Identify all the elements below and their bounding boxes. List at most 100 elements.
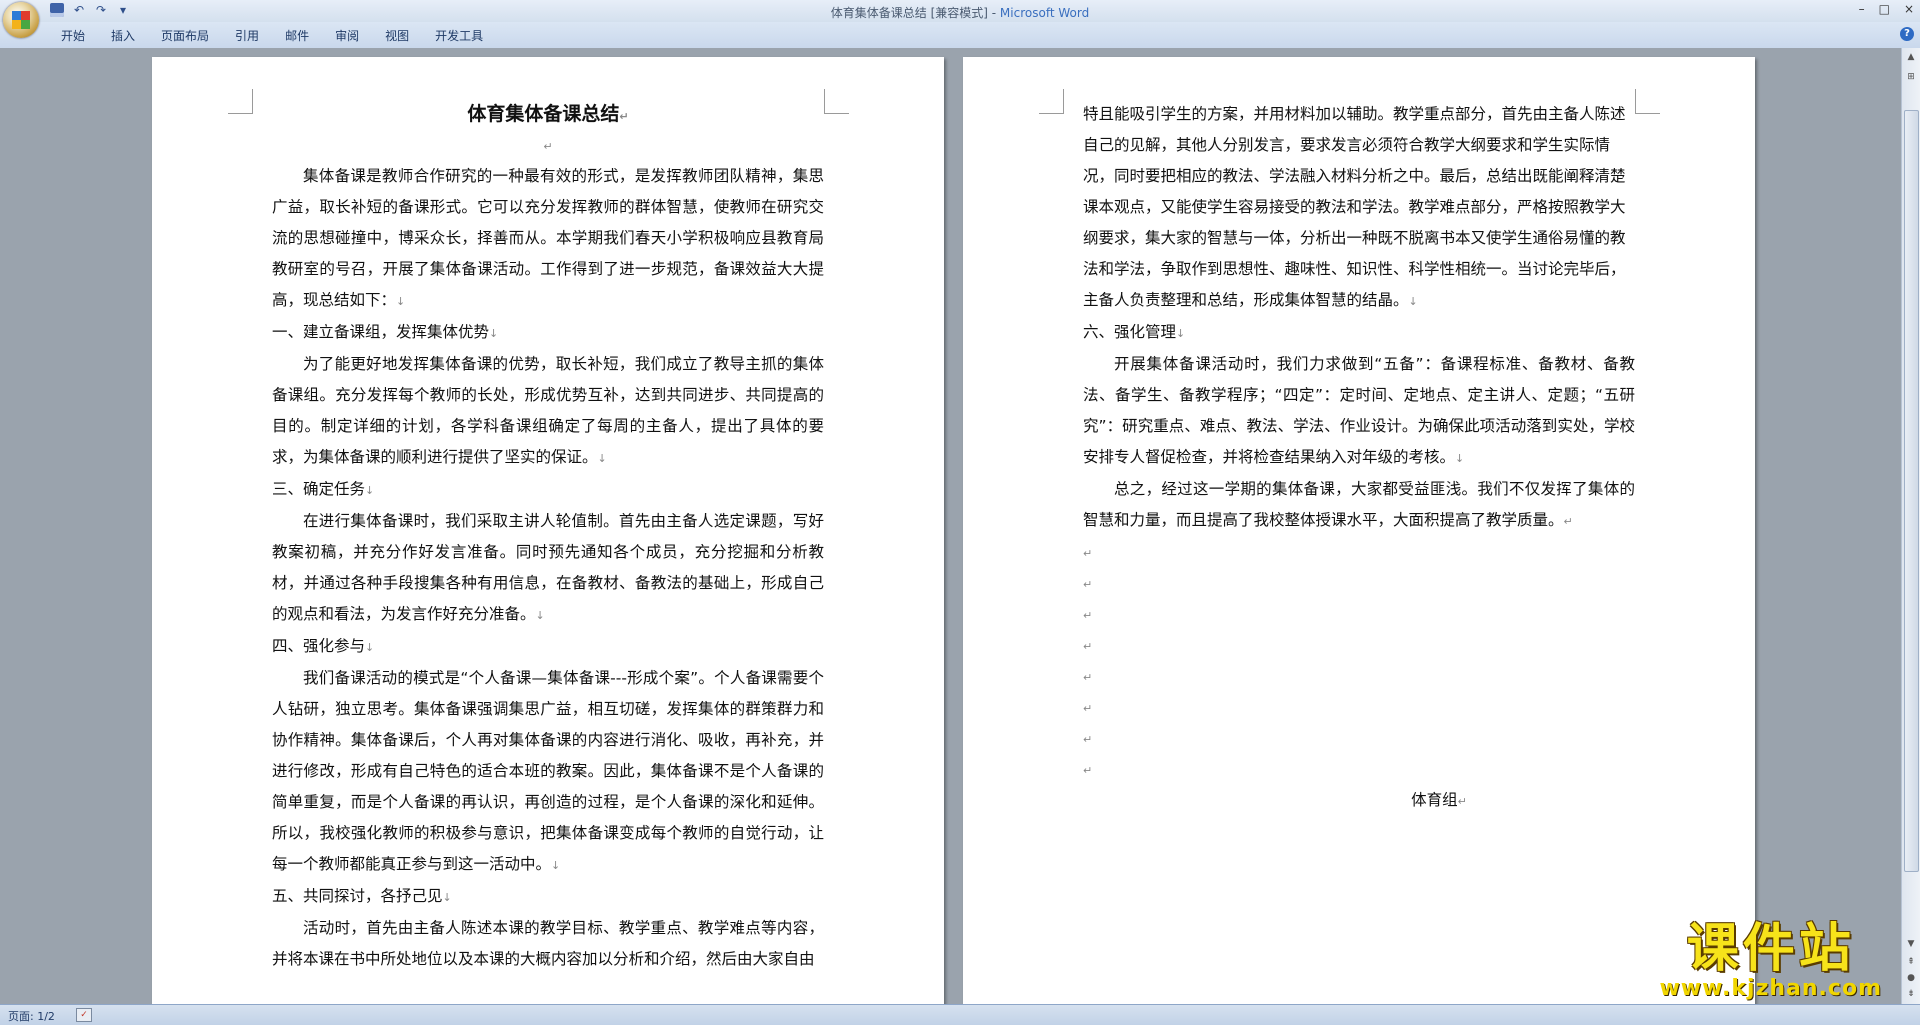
status-bar: 页面: 1/2 ✓ <box>0 1004 1920 1025</box>
ruler-toggle-icon[interactable]: ⊞ <box>1904 70 1918 84</box>
paragraph-mark: ↵ <box>1083 547 1093 560</box>
ribbon-tabs: 开始 插入 页面布局 引用 邮件 审阅 视图 开发工具 <box>48 28 496 44</box>
paragraph-mark: ↵ <box>1083 640 1093 653</box>
margin-corner-mark <box>1039 89 1064 114</box>
margin-corner-mark <box>824 89 849 114</box>
section-heading: 六、强化管理↓ <box>1083 317 1635 349</box>
paragraph-mark: ↓ <box>551 859 561 872</box>
paragraph-mark: ↵ <box>1083 702 1093 715</box>
empty-paragraph: ↵ <box>1083 568 1635 599</box>
watermark-logo: 课件站 www.kjzhan.com <box>1659 921 1882 1001</box>
paragraph: 开展集体备课活动时，我们力求做到“五备”：备课程标准、备教材、备教法、备学生、备… <box>1083 349 1635 474</box>
ribbon: 开始 插入 页面布局 引用 邮件 审阅 视图 开发工具 ? <box>0 22 1920 49</box>
document-area: 体育集体备课总结↵ ↵ 集体备课是教师合作研究的一种最有效的形式，是发挥教师团队… <box>0 48 1902 1005</box>
paragraph: 在进行集体备课时，我们采取主讲人轮值制。首先由主备人选定课题，写好教案初稿，并充… <box>272 506 824 631</box>
tab-mailings[interactable]: 邮件 <box>272 28 322 44</box>
minimize-icon[interactable]: – <box>1859 2 1865 16</box>
paragraph: 特且能吸引学生的方案，并用材料加以辅助。教学重点部分，首先由主备人陈述自己的见解… <box>1083 99 1635 317</box>
paragraph-text: 五、共同探讨，各抒己见 <box>272 887 443 905</box>
section-heading: 五、共同探讨，各抒己见↓ <box>272 881 824 913</box>
paragraph: 为了能更好地发挥集体备课的优势，取长补短，我们成立了教导主抓的集体备课组。充分发… <box>272 349 824 474</box>
tab-review[interactable]: 审阅 <box>322 28 372 44</box>
proofing-icon[interactable]: ✓ <box>76 1008 92 1022</box>
paragraph-text: 在进行集体备课时，我们采取主讲人轮值制。首先由主备人选定课题，写好教案初稿，并充… <box>272 512 824 623</box>
empty-paragraph: ↵ <box>1083 661 1635 692</box>
section-heading: 四、强化参与↓ <box>272 631 824 663</box>
paragraph-mark: ↵ <box>1083 764 1093 777</box>
empty-paragraph: ↵ <box>1083 723 1635 754</box>
office-logo-icon <box>12 11 30 29</box>
document-title: 体育集体备课总结↵ <box>467 103 629 125</box>
document-name: 体育集体备课总结 [兼容模式] - <box>830 6 1000 20</box>
app-name: Microsoft Word <box>999 6 1090 20</box>
paragraph: 我们备课活动的模式是“个人备课—集体备课---形成个案”。个人备课需要个人钻研，… <box>272 663 824 881</box>
maximize-icon[interactable]: □ <box>1879 2 1890 16</box>
empty-paragraph: ↵ <box>543 140 553 153</box>
scroll-down-icon[interactable]: ▼ <box>1904 937 1918 951</box>
paragraph: 总之，经过这一学期的集体备课，大家都受益匪浅。我们不仅发挥了集体的智慧和力量，而… <box>1083 474 1635 537</box>
window-title: 体育集体备课总结 [兼容模式] - Microsoft Word <box>0 4 1920 21</box>
page-2-body[interactable]: 特且能吸引学生的方案，并用材料加以辅助。教学重点部分，首先由主备人陈述自己的见解… <box>1083 99 1635 817</box>
paragraph-mark: ↓ <box>489 327 499 340</box>
page-1: 体育集体备课总结↵ ↵ 集体备课是教师合作研究的一种最有效的形式，是发挥教师团队… <box>152 57 944 1005</box>
paragraph: 集体备课是教师合作研究的一种最有效的形式，是发挥教师团队精神，集思广益，取长补短… <box>272 161 824 317</box>
paragraph-mark: ↵ <box>1083 578 1093 591</box>
paragraph-text: 四、强化参与 <box>272 637 366 655</box>
window-controls: – □ × <box>1859 2 1914 16</box>
section-heading: 三、确定任务↓ <box>272 474 824 506</box>
page-indicator[interactable]: 页面: 1/2 <box>8 1008 55 1024</box>
scroll-thumb[interactable] <box>1904 110 1919 872</box>
paragraph-mark: ↓ <box>365 641 375 654</box>
paragraph-text: 总之，经过这一学期的集体备课，大家都受益匪浅。我们不仅发挥了集体的智慧和力量，而… <box>1083 480 1635 529</box>
tab-developer[interactable]: 开发工具 <box>422 28 496 44</box>
title-bar: ↶ ↷ ▾ 体育集体备课总结 [兼容模式] - Microsoft Word –… <box>0 0 1920 38</box>
paragraph-mark: ↵ <box>1563 515 1573 528</box>
paragraph-text: 三、确定任务 <box>272 480 366 498</box>
paragraph-text: 集体备课是教师合作研究的一种最有效的形式，是发挥教师团队精神，集思广益，取长补短… <box>272 167 824 309</box>
watermark-title: 课件站 <box>1686 919 1855 979</box>
tab-insert[interactable]: 插入 <box>98 28 148 44</box>
tab-home[interactable]: 开始 <box>48 28 98 44</box>
paragraph-mark: ↓ <box>396 295 406 308</box>
empty-paragraph: ↵ <box>1083 630 1635 661</box>
paragraph-text: 为了能更好地发挥集体备课的优势，取长补短，我们成立了教导主抓的集体备课组。充分发… <box>272 355 824 466</box>
next-page-icon[interactable]: ⇟ <box>1904 987 1918 1001</box>
paragraph-text: 我们备课活动的模式是“个人备课—集体备课---形成个案”。个人备课需要个人钻研，… <box>272 669 824 873</box>
paragraph-mark: ↓ <box>442 891 452 904</box>
tab-view[interactable]: 视图 <box>372 28 422 44</box>
browse-object-icon[interactable]: ● <box>1904 971 1918 985</box>
paragraph-mark: ↓ <box>597 452 607 465</box>
vertical-scrollbar[interactable]: ▲ ⊞ ▼ ⇞ ● ⇟ <box>1901 48 1920 1005</box>
close-icon[interactable]: × <box>1904 2 1914 16</box>
tab-page-layout[interactable]: 页面布局 <box>148 28 222 44</box>
signature: 体育组↵ <box>1411 791 1467 809</box>
page-1-body[interactable]: 体育集体备课总结↵ ↵ 集体备课是教师合作研究的一种最有效的形式，是发挥教师团队… <box>272 99 824 976</box>
paragraph-mark: ↓ <box>1408 295 1418 308</box>
paragraph-mark: ↓ <box>1455 452 1465 465</box>
paragraph: 活动时，首先由主备人陈述本课的教学目标、教学重点、教学难点等内容，并将本课在书中… <box>272 913 824 976</box>
page-2: 特且能吸引学生的方案，并用材料加以辅助。教学重点部分，首先由主备人陈述自己的见解… <box>963 57 1755 1005</box>
empty-paragraph: ↵ <box>1083 754 1635 785</box>
watermark-url: www.kjzhan.com <box>1659 976 1882 1001</box>
paragraph-mark: ↓ <box>365 484 375 497</box>
margin-corner-mark <box>228 89 253 114</box>
help-icon[interactable]: ? <box>1900 27 1914 41</box>
paragraph-text: 开展集体备课活动时，我们力求做到“五备”：备课程标准、备教材、备教法、备学生、备… <box>1083 355 1635 466</box>
tab-references[interactable]: 引用 <box>222 28 272 44</box>
paragraph-text: 六、强化管理 <box>1083 323 1177 341</box>
empty-paragraph: ↵ <box>1083 599 1635 630</box>
paragraph-text: 活动时，首先由主备人陈述本课的教学目标、教学重点、教学难点等内容，并将本课在书中… <box>272 919 824 968</box>
office-button[interactable] <box>3 2 39 38</box>
paragraph-mark: ↵ <box>1083 671 1093 684</box>
paragraph-mark: ↵ <box>1083 733 1093 746</box>
margin-corner-mark <box>1635 89 1660 114</box>
paragraph-mark: ↵ <box>1083 609 1093 622</box>
paragraph-text: 一、建立备课组，发挥集体优势 <box>272 323 490 341</box>
empty-paragraph: ↵ <box>1083 692 1635 723</box>
scroll-up-icon[interactable]: ▲ <box>1904 50 1918 64</box>
paragraph-text: 特且能吸引学生的方案，并用材料加以辅助。教学重点部分，首先由主备人陈述自己的见解… <box>1083 105 1626 309</box>
paragraph-mark: ↓ <box>1176 327 1186 340</box>
paragraph-mark: ↓ <box>535 609 545 622</box>
empty-paragraph: ↵ <box>1083 537 1635 568</box>
previous-page-icon[interactable]: ⇞ <box>1904 955 1918 969</box>
